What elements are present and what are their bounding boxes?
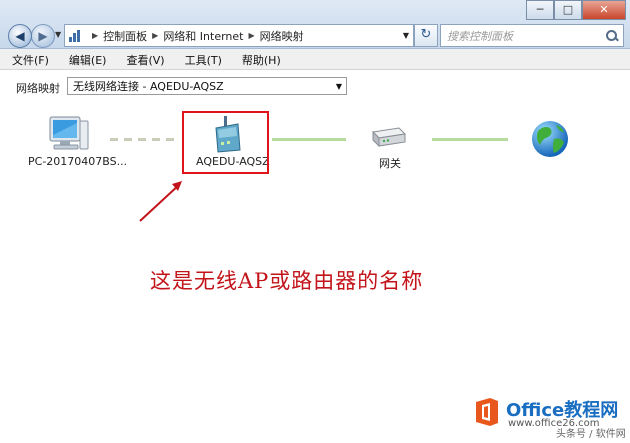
network-map-toolbar: 网络映射 无线网络连接 - AQEDU-AQSZ ▼	[0, 70, 630, 102]
search-input[interactable]: 搜索控制面板	[441, 28, 606, 44]
breadcrumb-separator: ▶	[248, 31, 255, 40]
arrow-right-icon: ▶	[38, 29, 48, 43]
breadcrumb-separator: ▶	[152, 31, 159, 40]
link-router-gateway	[272, 138, 346, 141]
breadcrumb-network-internet[interactable]: 网络和 Internet	[163, 28, 243, 44]
menu-tools[interactable]: 工具(T)	[173, 49, 230, 69]
menu-bar: 文件(F) 编辑(E) 查看(V) 工具(T) 帮助(H)	[0, 49, 630, 70]
network-connection-select[interactable]: 无线网络连接 - AQEDU-AQSZ ▼	[67, 77, 347, 95]
menu-view[interactable]: 查看(V)	[114, 49, 172, 69]
breadcrumb-control-panel[interactable]: 控制面板	[103, 28, 147, 44]
breadcrumb-separator: ▶	[92, 31, 99, 40]
link-computer-router	[110, 138, 180, 141]
globe-icon[interactable]	[530, 119, 570, 159]
menu-help[interactable]: 帮助(H)	[230, 49, 289, 69]
menu-edit[interactable]: 编辑(E)	[57, 49, 115, 69]
computer-label: PC-20170407BS...	[28, 155, 128, 168]
maximize-button[interactable]: □	[554, 0, 582, 20]
title-bar: ─ □ ✕ ◀ ▶ ▼ ▶ 控制面板 ▶ 网络和 Internet ▶ 网络映射…	[0, 0, 630, 49]
office-logo-icon	[476, 398, 498, 426]
gateway-icon[interactable]	[369, 124, 407, 150]
minimize-button[interactable]: ─	[526, 0, 554, 20]
chevron-down-icon: ▼	[335, 82, 342, 91]
gateway-label: 网关	[379, 157, 401, 170]
address-bar[interactable]: ▶ 控制面板 ▶ 网络和 Internet ▶ 网络映射 ▼	[64, 24, 414, 47]
control-panel-icon	[69, 29, 83, 42]
router-highlight-box	[182, 111, 269, 174]
watermark-corner-text: 头条号 / 软件网	[556, 429, 626, 440]
refresh-icon: ↻	[420, 27, 432, 42]
breadcrumb-network-map[interactable]: 网络映射	[260, 28, 304, 44]
address-dropdown-icon[interactable]: ▼	[403, 31, 409, 40]
annotation-arrow	[139, 181, 182, 222]
annotation-text: 这是无线AP或路由器的名称	[150, 269, 424, 293]
computer-icon[interactable]	[48, 113, 90, 155]
network-connection-value: 无线网络连接 - AQEDU-AQSZ	[73, 80, 224, 93]
search-box[interactable]: 搜索控制面板	[440, 24, 624, 47]
search-icon[interactable]	[606, 29, 618, 42]
network-map-label: 网络映射	[16, 82, 60, 95]
refresh-button[interactable]: ↻	[414, 24, 438, 47]
forward-button[interactable]: ▶	[31, 24, 55, 48]
close-button[interactable]: ✕	[582, 0, 626, 20]
recent-pages-dropdown[interactable]: ▼	[55, 30, 61, 39]
back-button[interactable]: ◀	[8, 24, 32, 48]
link-gateway-internet	[432, 138, 508, 141]
window-controls: ─ □ ✕	[526, 0, 626, 20]
menu-file[interactable]: 文件(F)	[0, 49, 57, 69]
arrow-left-icon: ◀	[15, 29, 25, 43]
